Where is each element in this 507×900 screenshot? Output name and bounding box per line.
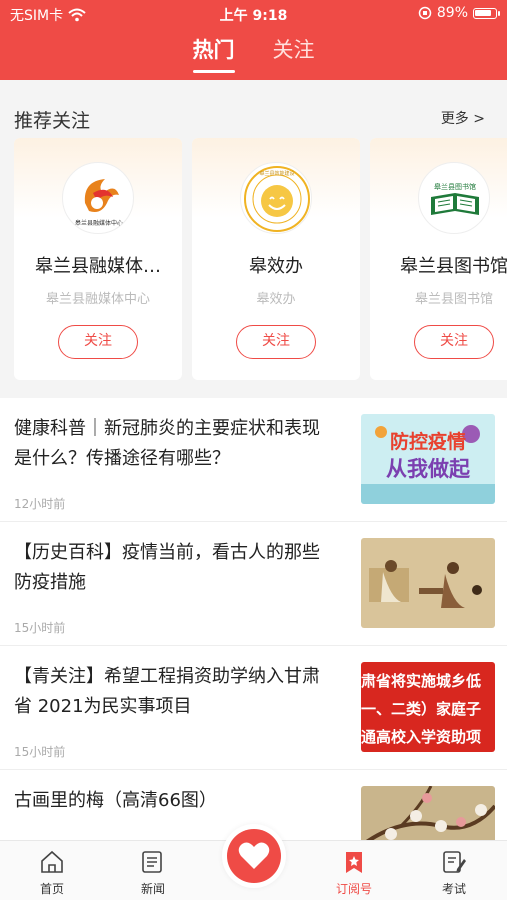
status-bar: 无SIM卡 上午 9:18 89% [0,0,507,28]
news-item[interactable]: 【历史百科】疫情当前，看古人的那些防疫措施 15小时前 [0,522,507,646]
svg-text:从我做起: 从我做起 [386,457,471,481]
svg-text:一、二类）家庭子: 一、二类）家庭子 [361,700,481,718]
recommend-more-link[interactable]: 更多 > [441,108,485,128]
news-title: 健康科普｜新冠肺炎的主要症状和表现是什么？传播途径有哪些？ [14,418,320,469]
follow-button[interactable]: 关注 [236,325,316,359]
recommend-cards: 皋兰县融媒体中心 皋兰县融媒体… 皋兰县融媒体中心 关注 皋兰县效能建设 皋效办… [14,138,507,380]
battery-icon [473,7,500,19]
account-subtitle: 皋效办 [256,292,296,307]
recommend-section: 推荐关注 更多 > 皋兰县融媒体中心 皋兰县融媒体… 皋兰县融媒体中心 关注 皋… [0,80,507,398]
battery-percent: 89% [436,5,468,21]
news-item[interactable]: 健康科普｜新冠肺炎的主要症状和表现是什么？传播途径有哪些？ 12小时前 防控疫情… [0,398,507,522]
svg-text:防控疫情: 防控疫情 [390,430,466,453]
news-time: 15小时前 [14,745,66,759]
news-title: 【历史百科】疫情当前，看古人的那些防疫措施 [14,542,320,593]
center-heart-button[interactable] [227,829,281,883]
status-right: 89% [418,5,500,21]
nav-subscription-label: 订阅号 [335,882,372,896]
account-name: 皋效办 [249,256,303,277]
svg-text:皋兰县图书馆: 皋兰县图书馆 [434,182,476,191]
tab-hot[interactable]: 热门 [192,34,235,74]
nav-news[interactable]: 新闻 [113,841,193,900]
account-subtitle: 皋兰县融媒体中心 [45,292,150,307]
orientation-lock-icon [418,6,432,20]
library-logo: 皋兰县图书馆 [418,162,490,234]
home-icon [41,850,63,873]
media-center-logo: 皋兰县融媒体中心 [62,162,134,234]
news-thumbnail [361,538,495,628]
header: 无SIM卡 上午 9:18 89% 热门 关注 [0,0,507,80]
news-item[interactable]: 【青关注】希望工程捐资助学纳入甘肃省 2021为民实事项目 15小时前 肃省将实… [0,646,507,770]
nav-news-label: 新闻 [140,882,165,896]
nav-exam[interactable]: 考试 [414,841,494,900]
smiley-seal-logo: 皋兰县效能建设 [240,162,312,234]
exam-icon [443,851,466,873]
news-title: 古画里的梅（高清66图） [14,790,217,811]
app-screen: 无SIM卡 上午 9:18 89% 热门 关注 推荐关注 更多 > 皋兰县融媒体… [0,0,507,900]
svg-text:通高校入学资助项: 通高校入学资助项 [361,728,481,746]
news-icon [142,851,162,873]
recommend-title: 推荐关注 [14,110,91,132]
news-list: 健康科普｜新冠肺炎的主要症状和表现是什么？传播途径有哪些？ 12小时前 防控疫情… [0,398,507,894]
news-thumbnail: 防控疫情 从我做起 [361,414,495,504]
news-thumbnail: 肃省将实施城乡低 一、二类）家庭子 通高校入学资助项 [361,662,495,752]
news-title: 【青关注】希望工程捐资助学纳入甘肃省 2021为民实事项目 [14,666,320,717]
tab-follow[interactable]: 关注 [273,34,315,74]
nav-home-label: 首页 [39,882,64,896]
account-card[interactable]: 皋兰县图书馆 皋兰县图书馆 皋兰县图书馆 关注 [370,138,507,380]
nav-subscription[interactable]: 订阅号 [314,841,394,900]
account-subtitle: 皋兰县图书馆 [414,292,493,307]
svg-text:皋兰县效能建设: 皋兰县效能建设 [259,170,294,177]
news-time: 15小时前 [14,621,66,635]
account-card[interactable]: 皋兰县融媒体中心 皋兰县融媒体… 皋兰县融媒体中心 关注 [14,138,182,380]
svg-text:皋兰县融媒体中心: 皋兰县融媒体中心 [75,219,123,227]
follow-button[interactable]: 关注 [58,325,138,359]
news-time: 12小时前 [14,497,66,511]
follow-button[interactable]: 关注 [414,325,494,359]
nav-home[interactable]: 首页 [12,841,92,900]
nav-exam-label: 考试 [441,882,466,896]
account-name: 皋兰县融媒体… [35,256,161,277]
top-tabs: 热门 关注 [0,34,507,74]
account-name: 皋兰县图书馆 [400,256,507,277]
svg-text:肃省将实施城乡低: 肃省将实施城乡低 [361,672,481,690]
account-card[interactable]: 皋兰县效能建设 皋效办 皋效办 关注 [192,138,360,380]
bookmark-star-icon [346,852,362,873]
heart-icon [238,842,270,869]
